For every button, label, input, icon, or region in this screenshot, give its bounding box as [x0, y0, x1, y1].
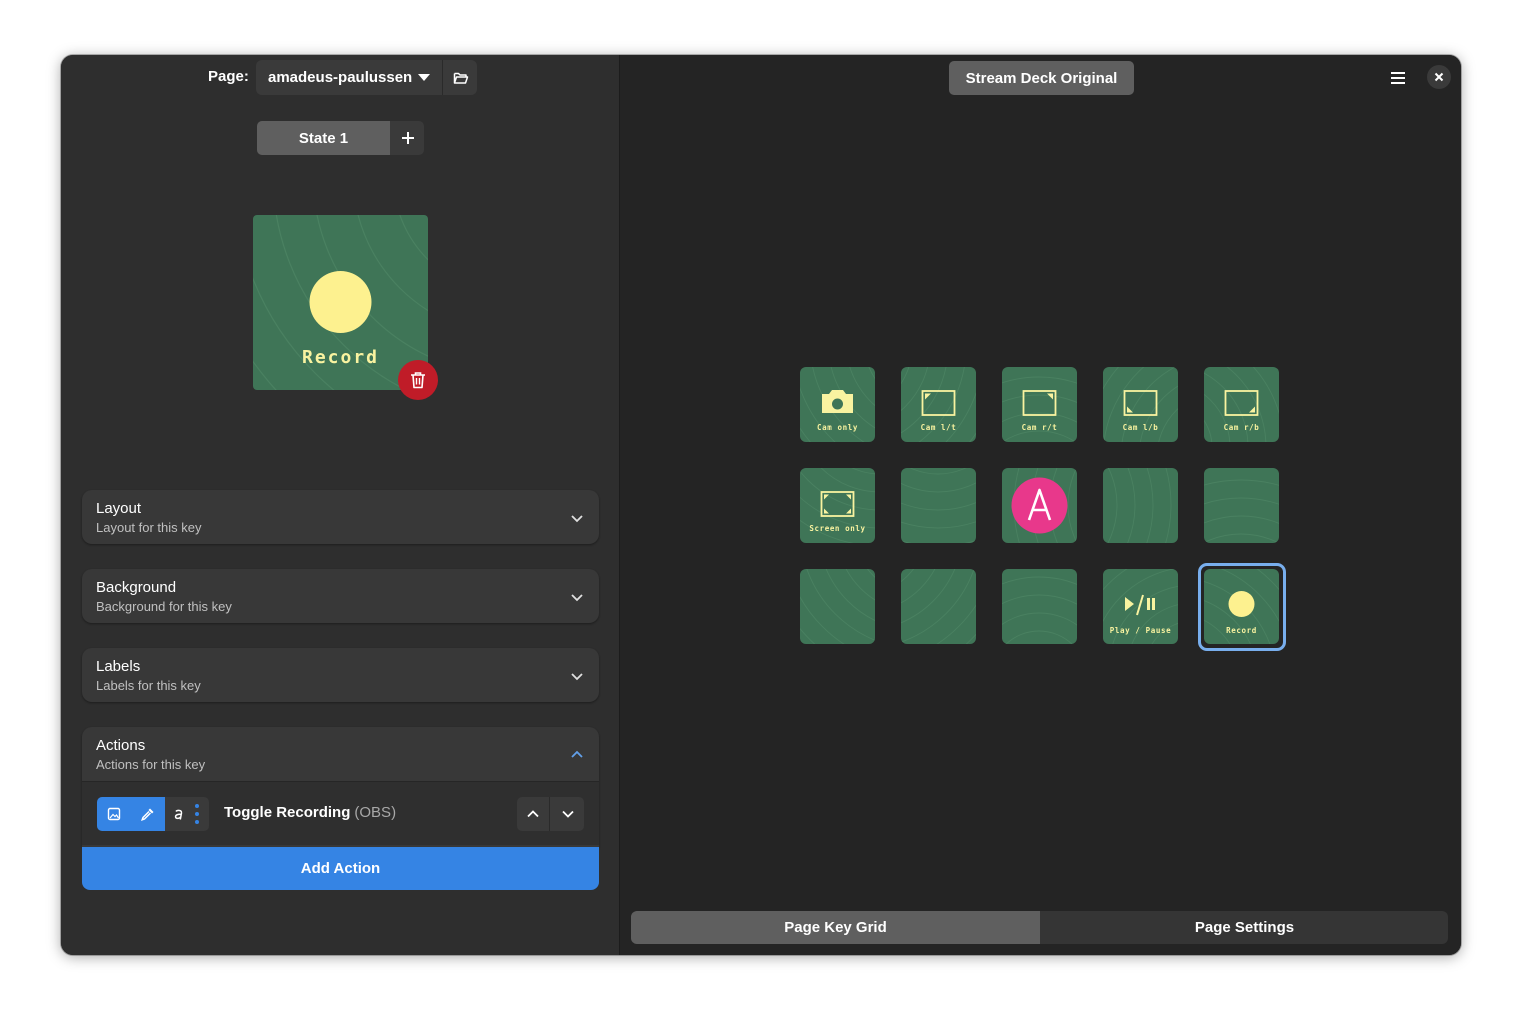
background-expander[interactable]: Background Background for this key [82, 569, 599, 623]
vertical-dots-icon [195, 804, 199, 824]
key-12[interactable] [901, 569, 976, 644]
key-9[interactable] [1103, 468, 1178, 543]
key-preview-image: Record [253, 215, 428, 390]
key-label: Cam l/t [920, 423, 957, 432]
key-8[interactable] [1002, 468, 1077, 543]
trash-icon [411, 372, 425, 389]
delete-key-button[interactable] [398, 360, 438, 400]
action-source: (OBS) [354, 804, 397, 821]
chevron-down-icon [571, 515, 583, 523]
action-order-controls [517, 797, 584, 831]
key-5[interactable]: Cam r/b [1204, 367, 1279, 442]
key-1[interactable]: Cam only [800, 367, 875, 442]
chevron-down-icon [571, 594, 583, 602]
layout-title: Layout [96, 500, 142, 517]
page-selector: amadeus-paulussen [256, 60, 477, 95]
key-3[interactable]: Cam r/t [1002, 367, 1077, 442]
tab-page-key-grid[interactable]: Page Key Grid [631, 911, 1040, 944]
chevron-down-icon [561, 810, 574, 818]
more-options-button[interactable] [191, 797, 203, 831]
label-toggle-button[interactable] [169, 797, 191, 831]
selected-key-outline [1198, 563, 1286, 651]
layout-subtitle: Layout for this key [96, 520, 202, 535]
actions-header[interactable]: Actions Actions for this key [82, 727, 599, 781]
app-window: Page: amadeus-paulussen State 1 Record L… [61, 55, 1461, 955]
image-icon [107, 807, 121, 821]
action-name: Toggle Recording [224, 804, 351, 821]
plus-icon [401, 132, 414, 144]
open-folder-button[interactable] [444, 60, 477, 95]
labels-expander[interactable]: Labels Labels for this key [82, 648, 599, 702]
move-up-button[interactable] [517, 797, 550, 831]
close-icon [1434, 72, 1444, 82]
key-10[interactable] [1204, 468, 1279, 543]
key-6[interactable]: Screen only [800, 468, 875, 543]
background-title: Background [96, 579, 177, 596]
add-action-button[interactable]: Add Action [82, 847, 599, 890]
deck-selector-button[interactable]: Stream Deck Original [949, 61, 1134, 95]
folder-open-icon [453, 72, 468, 84]
actions-subtitle: Actions for this key [96, 757, 206, 772]
key-label: Cam r/t [1021, 423, 1058, 432]
color-picker-icon [140, 808, 154, 822]
key-7[interactable] [901, 468, 976, 543]
tab-state-1[interactable]: State 1 [257, 121, 390, 155]
key-preview[interactable]: Record [253, 215, 428, 390]
move-down-button[interactable] [551, 797, 584, 831]
chevron-up-icon [571, 750, 583, 758]
key-14[interactable]: Play / Pause [1103, 569, 1178, 644]
main-menu-button[interactable] [1387, 67, 1409, 89]
text-label-icon [174, 809, 183, 820]
layout-expander[interactable]: Layout Layout for this key [82, 490, 599, 544]
image-toggle-button[interactable] [97, 797, 131, 831]
labels-title: Labels [96, 658, 141, 675]
tab-page-settings[interactable]: Page Settings [1041, 911, 1448, 944]
key-label: Cam only [817, 423, 858, 432]
hamburger-menu-icon [1391, 72, 1405, 84]
key-4[interactable]: Cam l/b [1103, 367, 1178, 442]
action-row: Toggle Recording (OBS) [82, 781, 599, 845]
key-13[interactable] [1002, 569, 1077, 644]
bottom-view-switcher: Page Key Grid Page Settings [631, 911, 1448, 944]
actions-title: Actions [96, 737, 146, 754]
state-switcher: State 1 [257, 121, 424, 155]
chevron-up-icon [527, 810, 539, 818]
labels-subtitle: Labels for this key [96, 678, 201, 693]
actions-expander: Actions Actions for this key Toggle Reco… [82, 727, 599, 847]
key-label: Cam l/b [1122, 423, 1159, 432]
page-name: amadeus-paulussen [268, 69, 413, 86]
background-subtitle: Background for this key [96, 599, 232, 614]
key-editor-pane: Page: amadeus-paulussen State 1 Record L… [61, 55, 620, 955]
key-label: Screen only [809, 524, 866, 533]
letter-a-icon [1011, 477, 1068, 534]
close-window-button[interactable] [1427, 65, 1451, 89]
key-11[interactable] [800, 569, 875, 644]
preview-key-label: Record [302, 347, 379, 368]
page-dropdown[interactable]: amadeus-paulussen [256, 60, 443, 95]
color-toggle-button[interactable] [131, 797, 165, 831]
key-2[interactable]: Cam l/t [901, 367, 976, 442]
action-title: Toggle Recording (OBS) [224, 804, 396, 822]
page-label: Page: [208, 68, 249, 85]
key-label: Play / Pause [1109, 626, 1172, 635]
action-option-toggles [97, 797, 209, 831]
chevron-down-icon [571, 673, 583, 681]
add-state-button[interactable] [391, 121, 424, 155]
key-label: Cam r/b [1223, 423, 1260, 432]
dropdown-arrow-icon [418, 74, 431, 81]
